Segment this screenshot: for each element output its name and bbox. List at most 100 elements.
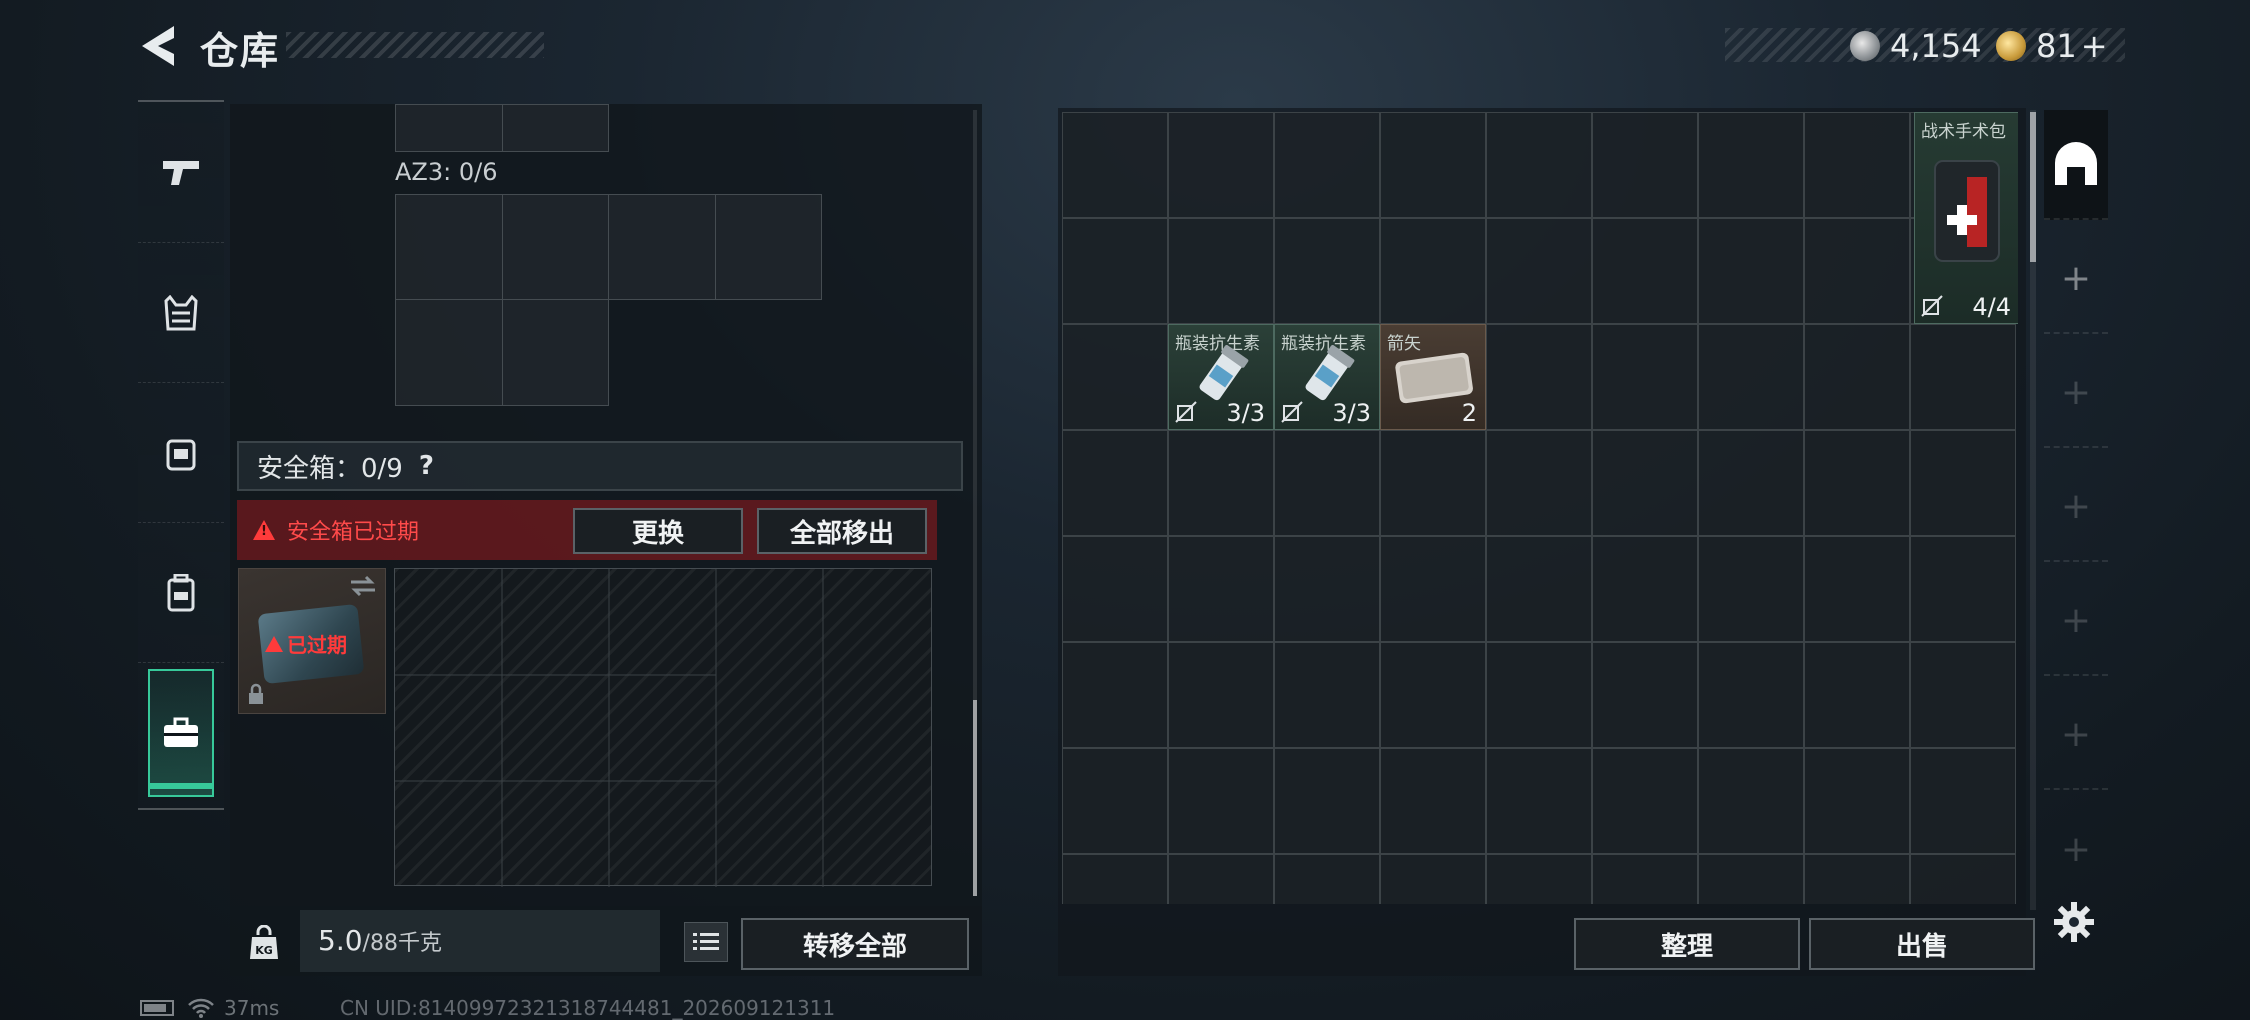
add-stash-tab-button[interactable]: + [2044, 338, 2108, 448]
move-all-out-button[interactable]: 全部移出 [757, 508, 927, 554]
stash-slot[interactable] [1910, 748, 2016, 854]
stash-slot[interactable] [1274, 748, 1380, 854]
settings-button[interactable] [2052, 900, 2096, 948]
add-stash-tab-button[interactable]: + [2044, 452, 2108, 562]
container-slot[interactable] [395, 299, 503, 406]
stash-slot[interactable] [1274, 536, 1380, 642]
stash-slot[interactable] [1592, 112, 1698, 218]
container-slot[interactable] [395, 194, 503, 300]
stash-slot[interactable] [1062, 430, 1168, 536]
stash-slot[interactable] [1910, 324, 2016, 430]
stash-slot[interactable] [1910, 642, 2016, 748]
stash-slot[interactable] [1698, 430, 1804, 536]
stash-slot[interactable] [1380, 218, 1486, 324]
stash-slot[interactable] [1486, 854, 1592, 904]
replace-button[interactable]: 更换 [573, 508, 743, 554]
stash-slot[interactable] [1168, 642, 1274, 748]
stash-slot[interactable] [1804, 536, 1910, 642]
stash-tab-main[interactable] [2044, 110, 2108, 220]
stash-slot[interactable] [1592, 430, 1698, 536]
stash-item-antibiotics[interactable]: 瓶装抗生素 3/3 [1168, 324, 1274, 430]
sell-button[interactable]: 出售 [1809, 918, 2035, 970]
stash-item-surgical-kit[interactable]: 战术手术包 4/4 [1914, 112, 2018, 324]
container-slot[interactable] [502, 104, 609, 152]
stash-slot[interactable] [1486, 748, 1592, 854]
stash-slot[interactable] [1486, 218, 1592, 324]
stash-grid[interactable]: 战术手术包 4/4 瓶装抗生素 3/3 瓶装抗生素 3/3 箭矢 2 [1062, 112, 2018, 904]
add-stash-tab-button[interactable]: + [2044, 566, 2108, 676]
stash-slot[interactable] [1062, 324, 1168, 430]
list-view-button[interactable] [684, 922, 728, 962]
stash-slot[interactable] [1698, 218, 1804, 324]
stash-slot[interactable] [1698, 324, 1804, 430]
stash-slot[interactable] [1592, 536, 1698, 642]
stash-slot[interactable] [1804, 854, 1910, 904]
stash-slot[interactable] [1804, 324, 1910, 430]
safe-box-grid[interactable] [394, 568, 932, 887]
category-armor[interactable] [138, 242, 224, 382]
add-stash-tab-button[interactable]: + [2044, 224, 2108, 334]
stash-scroll-thumb[interactable] [2030, 112, 2036, 262]
transfer-all-button[interactable]: 转移全部 [741, 918, 969, 970]
container-slot[interactable] [608, 194, 716, 300]
stash-slot[interactable] [1062, 112, 1168, 218]
stash-slot[interactable] [1910, 854, 2016, 904]
back-button[interactable] [138, 22, 180, 70]
stash-slot[interactable] [1380, 112, 1486, 218]
add-gold-button[interactable]: + [2081, 27, 2108, 65]
container-slot[interactable] [502, 194, 609, 300]
stash-slot[interactable] [1486, 536, 1592, 642]
stash-slot[interactable] [1698, 748, 1804, 854]
category-chest-rig[interactable] [138, 382, 224, 522]
stash-slot[interactable] [1062, 536, 1168, 642]
stash-slot[interactable] [1592, 748, 1698, 854]
help-button[interactable]: ? [419, 451, 434, 481]
stash-slot[interactable] [1274, 642, 1380, 748]
stash-slot[interactable] [1062, 218, 1168, 324]
add-stash-tab-button[interactable]: + [2044, 680, 2108, 790]
stash-slot[interactable] [1698, 854, 1804, 904]
stash-slot[interactable] [1062, 854, 1168, 904]
category-safe-box[interactable] [138, 662, 224, 802]
container-slot[interactable] [715, 194, 822, 300]
container-slot[interactable] [502, 299, 609, 406]
swap-icon[interactable] [349, 575, 377, 597]
stash-slot[interactable] [1486, 112, 1592, 218]
stash-slot[interactable] [1592, 854, 1698, 904]
stash-slot[interactable] [1486, 324, 1592, 430]
container-slot[interactable] [395, 104, 503, 152]
stash-slot[interactable] [1804, 748, 1910, 854]
weight-lock[interactable]: KG [236, 918, 292, 968]
stash-slot[interactable] [1804, 430, 1910, 536]
stash-slot[interactable] [1168, 536, 1274, 642]
stash-slot[interactable] [1804, 112, 1910, 218]
add-stash-tab-button[interactable]: + [2044, 794, 2108, 904]
stash-slot[interactable] [1380, 536, 1486, 642]
stash-slot[interactable] [1380, 430, 1486, 536]
stash-slot[interactable] [1592, 218, 1698, 324]
stash-slot[interactable] [1274, 112, 1380, 218]
safe-box-slot[interactable]: 已过期 [238, 568, 386, 714]
stash-slot[interactable] [1274, 854, 1380, 904]
stash-slot[interactable] [1486, 642, 1592, 748]
stash-slot[interactable] [1804, 218, 1910, 324]
stash-slot[interactable] [1910, 536, 2016, 642]
sort-button[interactable]: 整理 [1574, 918, 1800, 970]
stash-slot[interactable] [1698, 642, 1804, 748]
left-scroll-thumb[interactable] [973, 700, 977, 896]
stash-slot[interactable] [1910, 430, 2016, 536]
stash-slot[interactable] [1062, 748, 1168, 854]
category-weapon[interactable] [138, 102, 224, 242]
stash-slot[interactable] [1274, 430, 1380, 536]
stash-slot[interactable] [1168, 430, 1274, 536]
stash-slot[interactable] [1698, 536, 1804, 642]
stash-slot[interactable] [1274, 218, 1380, 324]
stash-slot[interactable] [1168, 854, 1274, 904]
stash-slot[interactable] [1062, 642, 1168, 748]
stash-slot[interactable] [1698, 112, 1804, 218]
gold-currency[interactable]: 81 + [1996, 24, 2108, 68]
stash-slot[interactable] [1168, 748, 1274, 854]
category-backpack[interactable] [138, 522, 224, 662]
stash-item-arrows[interactable]: 箭矢 2 [1380, 324, 1486, 430]
stash-slot[interactable] [1168, 112, 1274, 218]
